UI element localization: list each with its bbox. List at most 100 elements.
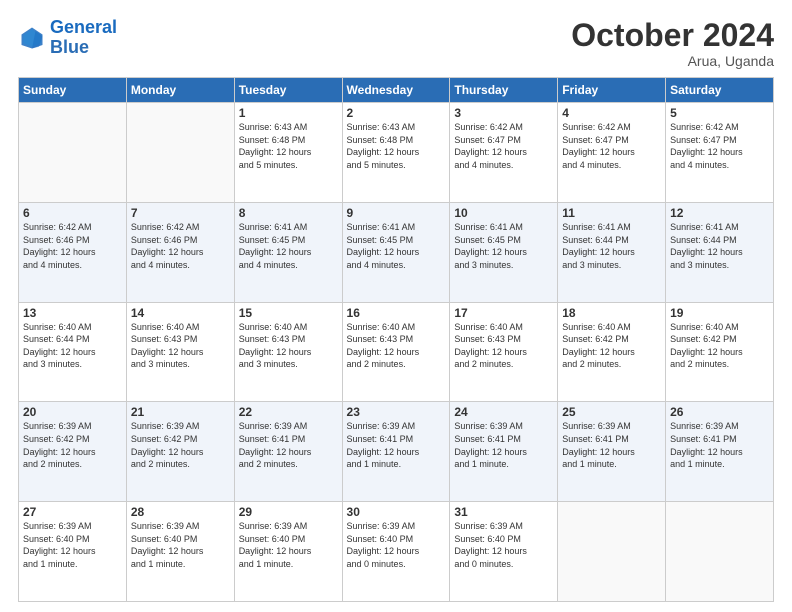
day-info: Sunrise: 6:39 AM Sunset: 6:41 PM Dayligh…: [562, 420, 661, 470]
day-info: Sunrise: 6:40 AM Sunset: 6:43 PM Dayligh…: [347, 321, 446, 371]
day-number: 20: [23, 405, 122, 419]
logo-icon: [18, 24, 46, 52]
day-number: 31: [454, 505, 553, 519]
logo: General Blue: [18, 18, 117, 58]
calendar-cell: 4Sunrise: 6:42 AM Sunset: 6:47 PM Daylig…: [558, 103, 666, 203]
day-info: Sunrise: 6:41 AM Sunset: 6:45 PM Dayligh…: [454, 221, 553, 271]
day-info: Sunrise: 6:40 AM Sunset: 6:44 PM Dayligh…: [23, 321, 122, 371]
day-number: 13: [23, 306, 122, 320]
day-number: 1: [239, 106, 338, 120]
day-info: Sunrise: 6:39 AM Sunset: 6:42 PM Dayligh…: [131, 420, 230, 470]
calendar-cell: [666, 502, 774, 602]
calendar-cell: 6Sunrise: 6:42 AM Sunset: 6:46 PM Daylig…: [19, 202, 127, 302]
day-number: 17: [454, 306, 553, 320]
day-info: Sunrise: 6:41 AM Sunset: 6:45 PM Dayligh…: [347, 221, 446, 271]
calendar-cell: 26Sunrise: 6:39 AM Sunset: 6:41 PM Dayli…: [666, 402, 774, 502]
day-info: Sunrise: 6:39 AM Sunset: 6:40 PM Dayligh…: [131, 520, 230, 570]
calendar-cell: 7Sunrise: 6:42 AM Sunset: 6:46 PM Daylig…: [126, 202, 234, 302]
day-info: Sunrise: 6:42 AM Sunset: 6:46 PM Dayligh…: [131, 221, 230, 271]
day-number: 7: [131, 206, 230, 220]
day-number: 22: [239, 405, 338, 419]
calendar-cell: 22Sunrise: 6:39 AM Sunset: 6:41 PM Dayli…: [234, 402, 342, 502]
day-info: Sunrise: 6:43 AM Sunset: 6:48 PM Dayligh…: [239, 121, 338, 171]
day-info: Sunrise: 6:42 AM Sunset: 6:46 PM Dayligh…: [23, 221, 122, 271]
day-number: 9: [347, 206, 446, 220]
day-number: 16: [347, 306, 446, 320]
calendar-cell: 14Sunrise: 6:40 AM Sunset: 6:43 PM Dayli…: [126, 302, 234, 402]
calendar-cell: 28Sunrise: 6:39 AM Sunset: 6:40 PM Dayli…: [126, 502, 234, 602]
day-info: Sunrise: 6:39 AM Sunset: 6:40 PM Dayligh…: [23, 520, 122, 570]
day-number: 25: [562, 405, 661, 419]
day-info: Sunrise: 6:39 AM Sunset: 6:40 PM Dayligh…: [239, 520, 338, 570]
day-info: Sunrise: 6:41 AM Sunset: 6:44 PM Dayligh…: [562, 221, 661, 271]
calendar-cell: [19, 103, 127, 203]
day-info: Sunrise: 6:40 AM Sunset: 6:43 PM Dayligh…: [454, 321, 553, 371]
header: General Blue October 2024 Arua, Uganda: [18, 18, 774, 69]
weekday-header: Tuesday: [234, 78, 342, 103]
calendar-week-row: 1Sunrise: 6:43 AM Sunset: 6:48 PM Daylig…: [19, 103, 774, 203]
day-number: 30: [347, 505, 446, 519]
day-info: Sunrise: 6:42 AM Sunset: 6:47 PM Dayligh…: [670, 121, 769, 171]
day-number: 15: [239, 306, 338, 320]
day-info: Sunrise: 6:42 AM Sunset: 6:47 PM Dayligh…: [562, 121, 661, 171]
day-info: Sunrise: 6:42 AM Sunset: 6:47 PM Dayligh…: [454, 121, 553, 171]
day-info: Sunrise: 6:40 AM Sunset: 6:42 PM Dayligh…: [562, 321, 661, 371]
day-number: 5: [670, 106, 769, 120]
day-number: 19: [670, 306, 769, 320]
weekday-header: Sunday: [19, 78, 127, 103]
calendar-week-row: 6Sunrise: 6:42 AM Sunset: 6:46 PM Daylig…: [19, 202, 774, 302]
weekday-header: Saturday: [666, 78, 774, 103]
calendar-week-row: 27Sunrise: 6:39 AM Sunset: 6:40 PM Dayli…: [19, 502, 774, 602]
weekday-header: Wednesday: [342, 78, 450, 103]
calendar-cell: 31Sunrise: 6:39 AM Sunset: 6:40 PM Dayli…: [450, 502, 558, 602]
calendar-cell: 15Sunrise: 6:40 AM Sunset: 6:43 PM Dayli…: [234, 302, 342, 402]
calendar-cell: [126, 103, 234, 203]
calendar-cell: 27Sunrise: 6:39 AM Sunset: 6:40 PM Dayli…: [19, 502, 127, 602]
calendar-week-row: 13Sunrise: 6:40 AM Sunset: 6:44 PM Dayli…: [19, 302, 774, 402]
day-info: Sunrise: 6:39 AM Sunset: 6:40 PM Dayligh…: [347, 520, 446, 570]
day-number: 8: [239, 206, 338, 220]
day-number: 6: [23, 206, 122, 220]
weekday-header: Thursday: [450, 78, 558, 103]
calendar-cell: 23Sunrise: 6:39 AM Sunset: 6:41 PM Dayli…: [342, 402, 450, 502]
calendar-cell: 16Sunrise: 6:40 AM Sunset: 6:43 PM Dayli…: [342, 302, 450, 402]
calendar-header-row: SundayMondayTuesdayWednesdayThursdayFrid…: [19, 78, 774, 103]
location: Arua, Uganda: [571, 53, 774, 69]
calendar-cell: 2Sunrise: 6:43 AM Sunset: 6:48 PM Daylig…: [342, 103, 450, 203]
day-info: Sunrise: 6:40 AM Sunset: 6:42 PM Dayligh…: [670, 321, 769, 371]
day-info: Sunrise: 6:39 AM Sunset: 6:40 PM Dayligh…: [454, 520, 553, 570]
day-number: 28: [131, 505, 230, 519]
weekday-header: Friday: [558, 78, 666, 103]
day-number: 3: [454, 106, 553, 120]
day-info: Sunrise: 6:41 AM Sunset: 6:45 PM Dayligh…: [239, 221, 338, 271]
calendar-cell: 30Sunrise: 6:39 AM Sunset: 6:40 PM Dayli…: [342, 502, 450, 602]
calendar-cell: 25Sunrise: 6:39 AM Sunset: 6:41 PM Dayli…: [558, 402, 666, 502]
day-number: 24: [454, 405, 553, 419]
calendar-cell: 11Sunrise: 6:41 AM Sunset: 6:44 PM Dayli…: [558, 202, 666, 302]
calendar-cell: 3Sunrise: 6:42 AM Sunset: 6:47 PM Daylig…: [450, 103, 558, 203]
weekday-header: Monday: [126, 78, 234, 103]
calendar-cell: 8Sunrise: 6:41 AM Sunset: 6:45 PM Daylig…: [234, 202, 342, 302]
calendar-cell: 1Sunrise: 6:43 AM Sunset: 6:48 PM Daylig…: [234, 103, 342, 203]
month-title: October 2024: [571, 18, 774, 53]
day-number: 29: [239, 505, 338, 519]
page: General Blue October 2024 Arua, Uganda S…: [0, 0, 792, 612]
calendar-cell: 9Sunrise: 6:41 AM Sunset: 6:45 PM Daylig…: [342, 202, 450, 302]
calendar-week-row: 20Sunrise: 6:39 AM Sunset: 6:42 PM Dayli…: [19, 402, 774, 502]
day-info: Sunrise: 6:39 AM Sunset: 6:41 PM Dayligh…: [454, 420, 553, 470]
calendar-cell: 12Sunrise: 6:41 AM Sunset: 6:44 PM Dayli…: [666, 202, 774, 302]
calendar-cell: 21Sunrise: 6:39 AM Sunset: 6:42 PM Dayli…: [126, 402, 234, 502]
day-info: Sunrise: 6:40 AM Sunset: 6:43 PM Dayligh…: [239, 321, 338, 371]
day-info: Sunrise: 6:41 AM Sunset: 6:44 PM Dayligh…: [670, 221, 769, 271]
day-number: 21: [131, 405, 230, 419]
day-number: 26: [670, 405, 769, 419]
day-info: Sunrise: 6:39 AM Sunset: 6:41 PM Dayligh…: [347, 420, 446, 470]
calendar-cell: 5Sunrise: 6:42 AM Sunset: 6:47 PM Daylig…: [666, 103, 774, 203]
calendar-table: SundayMondayTuesdayWednesdayThursdayFrid…: [18, 77, 774, 602]
logo-text: General Blue: [50, 18, 117, 58]
day-number: 18: [562, 306, 661, 320]
day-info: Sunrise: 6:39 AM Sunset: 6:41 PM Dayligh…: [670, 420, 769, 470]
day-info: Sunrise: 6:39 AM Sunset: 6:42 PM Dayligh…: [23, 420, 122, 470]
calendar-cell: 18Sunrise: 6:40 AM Sunset: 6:42 PM Dayli…: [558, 302, 666, 402]
title-block: October 2024 Arua, Uganda: [571, 18, 774, 69]
